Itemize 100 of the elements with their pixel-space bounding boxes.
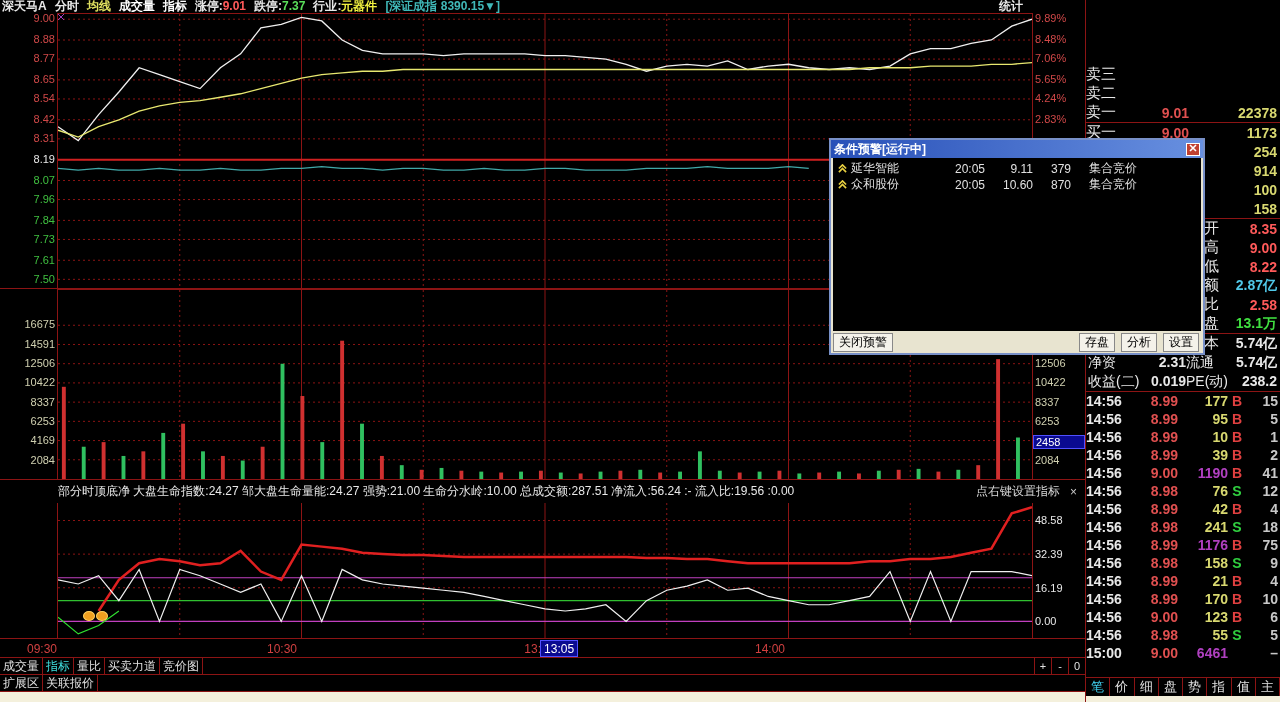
time-label: 13: — [524, 642, 541, 656]
axis-tick-label: 7.61 — [33, 254, 55, 267]
bid-volume: 254 — [1253, 143, 1277, 160]
axis-tick-label: 2084 — [1035, 453, 1060, 466]
trade-time: 14:56 — [1086, 501, 1123, 517]
axis-tick-label: 8.65 — [33, 73, 55, 86]
trade-count: 18 — [1261, 519, 1278, 535]
trade-volume: 76 — [1211, 483, 1228, 499]
stat-label: 收益(二) — [1088, 373, 1140, 390]
trade-price: 8.99 — [1149, 591, 1178, 607]
trade-count: 41 — [1261, 465, 1278, 481]
percent-tick-label: 9.89% — [1035, 12, 1067, 25]
trade-side: B — [1230, 537, 1244, 553]
ask-label: 卖一 — [1086, 103, 1117, 122]
field-label: 跌停: — [254, 0, 283, 13]
axis-tick-label: 6253 — [1035, 415, 1060, 428]
axis-tick-label: 16.19 — [1035, 581, 1063, 594]
stat-label: 盘 — [1204, 314, 1220, 333]
field-value: 7.37 — [282, 0, 306, 13]
stat-label: 开 — [1204, 219, 1220, 238]
trade-price: 8.99 — [1149, 393, 1178, 409]
percent-tick-label: 2.83% — [1035, 113, 1067, 126]
trade-side: B — [1230, 465, 1244, 481]
trade-volume: 10 — [1211, 429, 1228, 445]
field-value: 元器件 — [341, 0, 378, 13]
trade-price: 8.99 — [1149, 537, 1178, 553]
axis-tick-label: 8.31 — [33, 132, 55, 145]
dialog-title: 条件预警[运行中] — [834, 140, 926, 158]
alert-type: 集合竞价 — [1088, 160, 1138, 177]
bid-volume: 914 — [1253, 162, 1277, 179]
trade-price: 8.99 — [1149, 429, 1178, 445]
trade-price: 8.99 — [1149, 501, 1178, 517]
ask-label: 卖三 — [1086, 65, 1117, 84]
axis-tick-label: 9.00 — [33, 12, 55, 25]
trade-time: 14:56 — [1086, 411, 1123, 427]
trade-price: 9.00 — [1149, 465, 1178, 481]
cursor-value: 2458 — [1033, 435, 1085, 450]
percent-tick-label: 7.06% — [1035, 52, 1067, 65]
axis-tick-label: 0.00 — [1035, 615, 1057, 628]
trade-time: 14:56 — [1086, 573, 1123, 589]
trade-side: S — [1231, 483, 1243, 499]
trade-side: B — [1230, 447, 1244, 463]
stat-value: 2.87亿 — [1234, 276, 1277, 295]
stat-value: 9.00 — [1248, 239, 1277, 256]
trade-count: 10 — [1261, 591, 1278, 607]
trade-side: B — [1230, 573, 1244, 589]
trade-side: B — [1230, 609, 1244, 625]
axis-tick-label: 2084 — [30, 453, 55, 466]
bid-volume: 1173 — [1246, 124, 1277, 141]
trade-time: 14:56 — [1086, 393, 1123, 409]
trade-price: 8.98 — [1149, 483, 1178, 499]
stat-label: 高 — [1204, 238, 1220, 257]
stock-name: 深天马A — [2, 0, 47, 13]
indicator-legend: 部分时顶底净 大盘生命指数:24.27 邹大盘生命量能:24.27 强势:21.00 生命分水岭:10.00 总成交额:287.51 净流入:56.24 :- 流入比:19.56 :0.00 — [58, 483, 795, 500]
alert-volume: 379 — [1049, 161, 1072, 176]
axis-tick-label: 48.58 — [1035, 514, 1063, 527]
trade-side: B — [1230, 501, 1244, 517]
trade-count: – — [1269, 645, 1278, 661]
stat-value: 5.74亿 — [1234, 334, 1277, 353]
stat-value: 5.74亿 — [1236, 354, 1278, 371]
stat-label: 净资 — [1088, 354, 1116, 371]
alert-type: 集合竞价 — [1088, 176, 1138, 193]
trade-volume: 21 — [1211, 573, 1228, 589]
axis-tick-label: 8.88 — [33, 33, 55, 46]
stat-value: 8.35 — [1248, 220, 1277, 237]
trade-side: S — [1231, 555, 1243, 571]
field-label: 行业: — [313, 0, 342, 13]
bid-volume: 100 — [1253, 181, 1277, 198]
trade-volume: 39 — [1211, 447, 1228, 463]
trade-side: B — [1230, 393, 1244, 409]
trade-price: 8.99 — [1149, 573, 1178, 589]
stat-value: 238.2 — [1241, 373, 1277, 390]
axis-tick-label: 8337 — [30, 395, 55, 408]
trade-side: S — [1231, 627, 1243, 643]
stock-name: 延华智能 — [851, 160, 900, 177]
stat-value: 13.1万 — [1234, 314, 1277, 333]
trade-volume: 42 — [1211, 501, 1228, 517]
trade-time: 14:56 — [1086, 627, 1123, 643]
stat-label: 比 — [1204, 295, 1220, 314]
trade-price: 8.98 — [1149, 519, 1178, 535]
bid-volume: 158 — [1253, 200, 1277, 217]
trade-count: 4 — [1269, 501, 1278, 517]
trade-side: B — [1230, 411, 1244, 427]
axis-tick-label: 32.39 — [1035, 548, 1063, 561]
axis-tick-label: 6253 — [30, 415, 55, 428]
trade-volume: 170 — [1203, 591, 1228, 607]
trade-volume: 241 — [1203, 519, 1228, 535]
axis-tick-label: 8.42 — [33, 113, 55, 126]
ask-label: 卖二 — [1086, 84, 1117, 103]
trade-volume: 95 — [1211, 411, 1228, 427]
axis-tick-label: 10422 — [24, 376, 55, 389]
axis-tick-label: 14591 — [24, 337, 55, 350]
time-label: 14:00 — [754, 642, 785, 656]
stat-label: 流通 — [1186, 354, 1214, 371]
axis-tick-label: 8.07 — [33, 174, 55, 187]
indicator-hint: 点右键设置指标 — [976, 483, 1060, 500]
trade-volume: 1190 — [1196, 465, 1228, 481]
percent-tick-label: 4.24% — [1035, 92, 1067, 105]
trade-count: 5 — [1269, 411, 1278, 427]
alert-time: 20:05 — [955, 177, 987, 192]
